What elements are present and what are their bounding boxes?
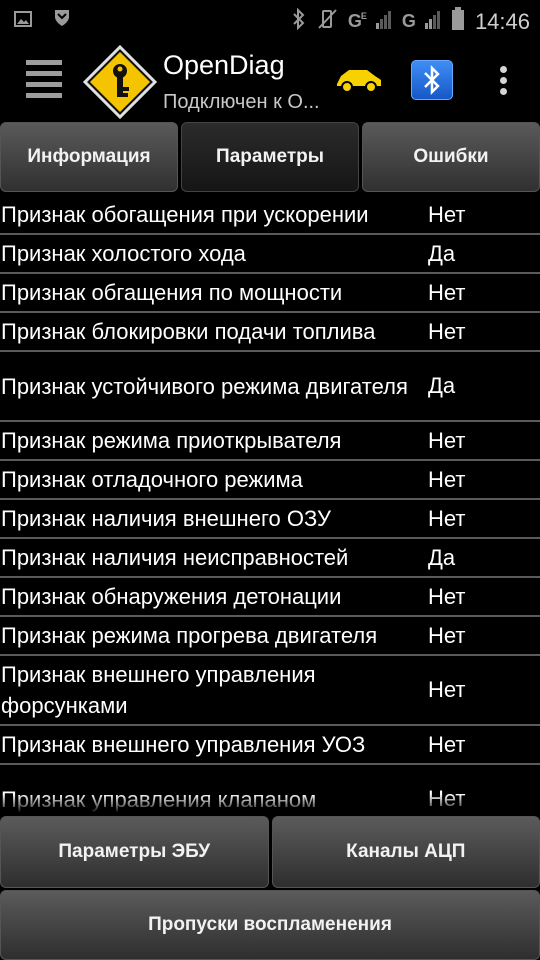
list-item: Признак обгащения по мощности Нет [0, 274, 540, 313]
list-item: Признак обогащения при ускорении Нет [0, 196, 540, 235]
app-title: OpenDiag [163, 50, 285, 80]
key-warning-sign-icon[interactable] [82, 44, 158, 120]
param-value: Нет [428, 583, 466, 609]
list-item: Признак отладочного режима Нет [0, 461, 540, 500]
param-value: Нет [428, 731, 466, 757]
param-value: Нет [428, 466, 466, 492]
signal-strength-icon-2 [424, 9, 441, 34]
param-value: Да [428, 373, 456, 398]
network-type-label: GE [347, 11, 367, 31]
param-name: Признак наличия внешнего ОЗУ [1, 506, 331, 531]
list-item: Признак внешнего управления форсунками Н… [0, 656, 540, 726]
action-bar: OpenDiag Подключен к О... [0, 38, 540, 120]
list-item: Признак устойчивого режима двигателя Да [0, 352, 540, 422]
parameter-list[interactable]: Признак обогащения при ускорении Нет При… [0, 196, 540, 814]
param-name: Признак режима прогрева двигателя [1, 623, 378, 648]
param-name: Признак холостого хода [1, 241, 246, 266]
param-value: Нет [428, 622, 466, 648]
list-fade-overlay [0, 794, 540, 814]
app-screen: GE G 14:46 OpenDiag Подключен к О... Инф… [0, 0, 540, 960]
ecu-params-button[interactable]: Параметры ЭБУ [0, 816, 269, 888]
param-value: Нет [428, 318, 466, 344]
param-value: Нет [428, 279, 466, 305]
param-name: Признак внешнего управления форсунками [1, 662, 316, 718]
list-item: Признак наличия неисправностей Да [0, 539, 540, 578]
list-item: Признак наличия внешнего ОЗУ Нет [0, 500, 540, 539]
param-value: Да [428, 544, 456, 570]
signal-strength-icon-1 [375, 9, 392, 34]
param-value: Нет [428, 505, 466, 531]
bluetooth-icon [424, 64, 440, 96]
param-value: Нет [428, 427, 466, 453]
tab-bar: Информация Параметры Ошибки [0, 122, 540, 194]
param-name: Признак обнаружения детонации [1, 584, 342, 609]
overflow-menu-icon[interactable] [497, 66, 509, 96]
param-name: Признак режима приоткрывателя [1, 428, 342, 453]
list-item: Признак режима прогрева двигателя Нет [0, 617, 540, 656]
list-item: Признак обнаружения детонации Нет [0, 578, 540, 617]
car-icon[interactable] [333, 66, 385, 94]
tab-parameters[interactable]: Параметры [181, 122, 359, 192]
param-name: Признак блокировки подачи топлива [1, 319, 376, 344]
param-name: Признак обгащения по мощности [1, 280, 343, 305]
list-item: Признак режима приоткрывателя Нет [0, 422, 540, 461]
network-type-label-2: G [401, 11, 416, 31]
misfires-button[interactable]: Пропуски воспламенения [0, 890, 540, 960]
tab-info[interactable]: Информация [0, 122, 178, 192]
param-name: Признак устойчивого режима двигателя [1, 373, 408, 399]
list-item: Признак внешнего управления УОЗ Нет [0, 726, 540, 765]
adc-channels-button[interactable]: Каналы АЦП [271, 816, 540, 888]
param-name: Признак внешнего управления УОЗ [1, 732, 366, 757]
vibrate-off-icon [316, 8, 338, 35]
bluetooth-status-icon [292, 7, 306, 35]
list-item: Признак холостого хода Да [0, 235, 540, 274]
param-value: Да [428, 240, 456, 266]
status-clock: 14:46 [474, 8, 530, 34]
status-bar: GE G 14:46 [0, 0, 540, 38]
connection-status-subtitle: Подключен к О... [163, 91, 320, 113]
gallery-notification-icon [14, 10, 32, 32]
param-name: Признак обогащения при ускорении [1, 202, 369, 227]
list-item: Признак блокировки подачи топлива Нет [0, 313, 540, 352]
param-name: Признак наличия неисправностей [1, 545, 349, 570]
hamburger-menu-icon[interactable] [26, 60, 62, 98]
param-value: Нет [428, 677, 466, 702]
bluetooth-button[interactable] [411, 60, 453, 100]
param-name: Признак отладочного режима [1, 467, 303, 492]
bottom-button-row: Параметры ЭБУ Каналы АЦП [0, 816, 540, 888]
shield-notification-icon [54, 9, 70, 32]
tab-errors[interactable]: Ошибки [362, 122, 540, 192]
battery-icon [451, 7, 465, 36]
param-value: Нет [428, 201, 466, 227]
